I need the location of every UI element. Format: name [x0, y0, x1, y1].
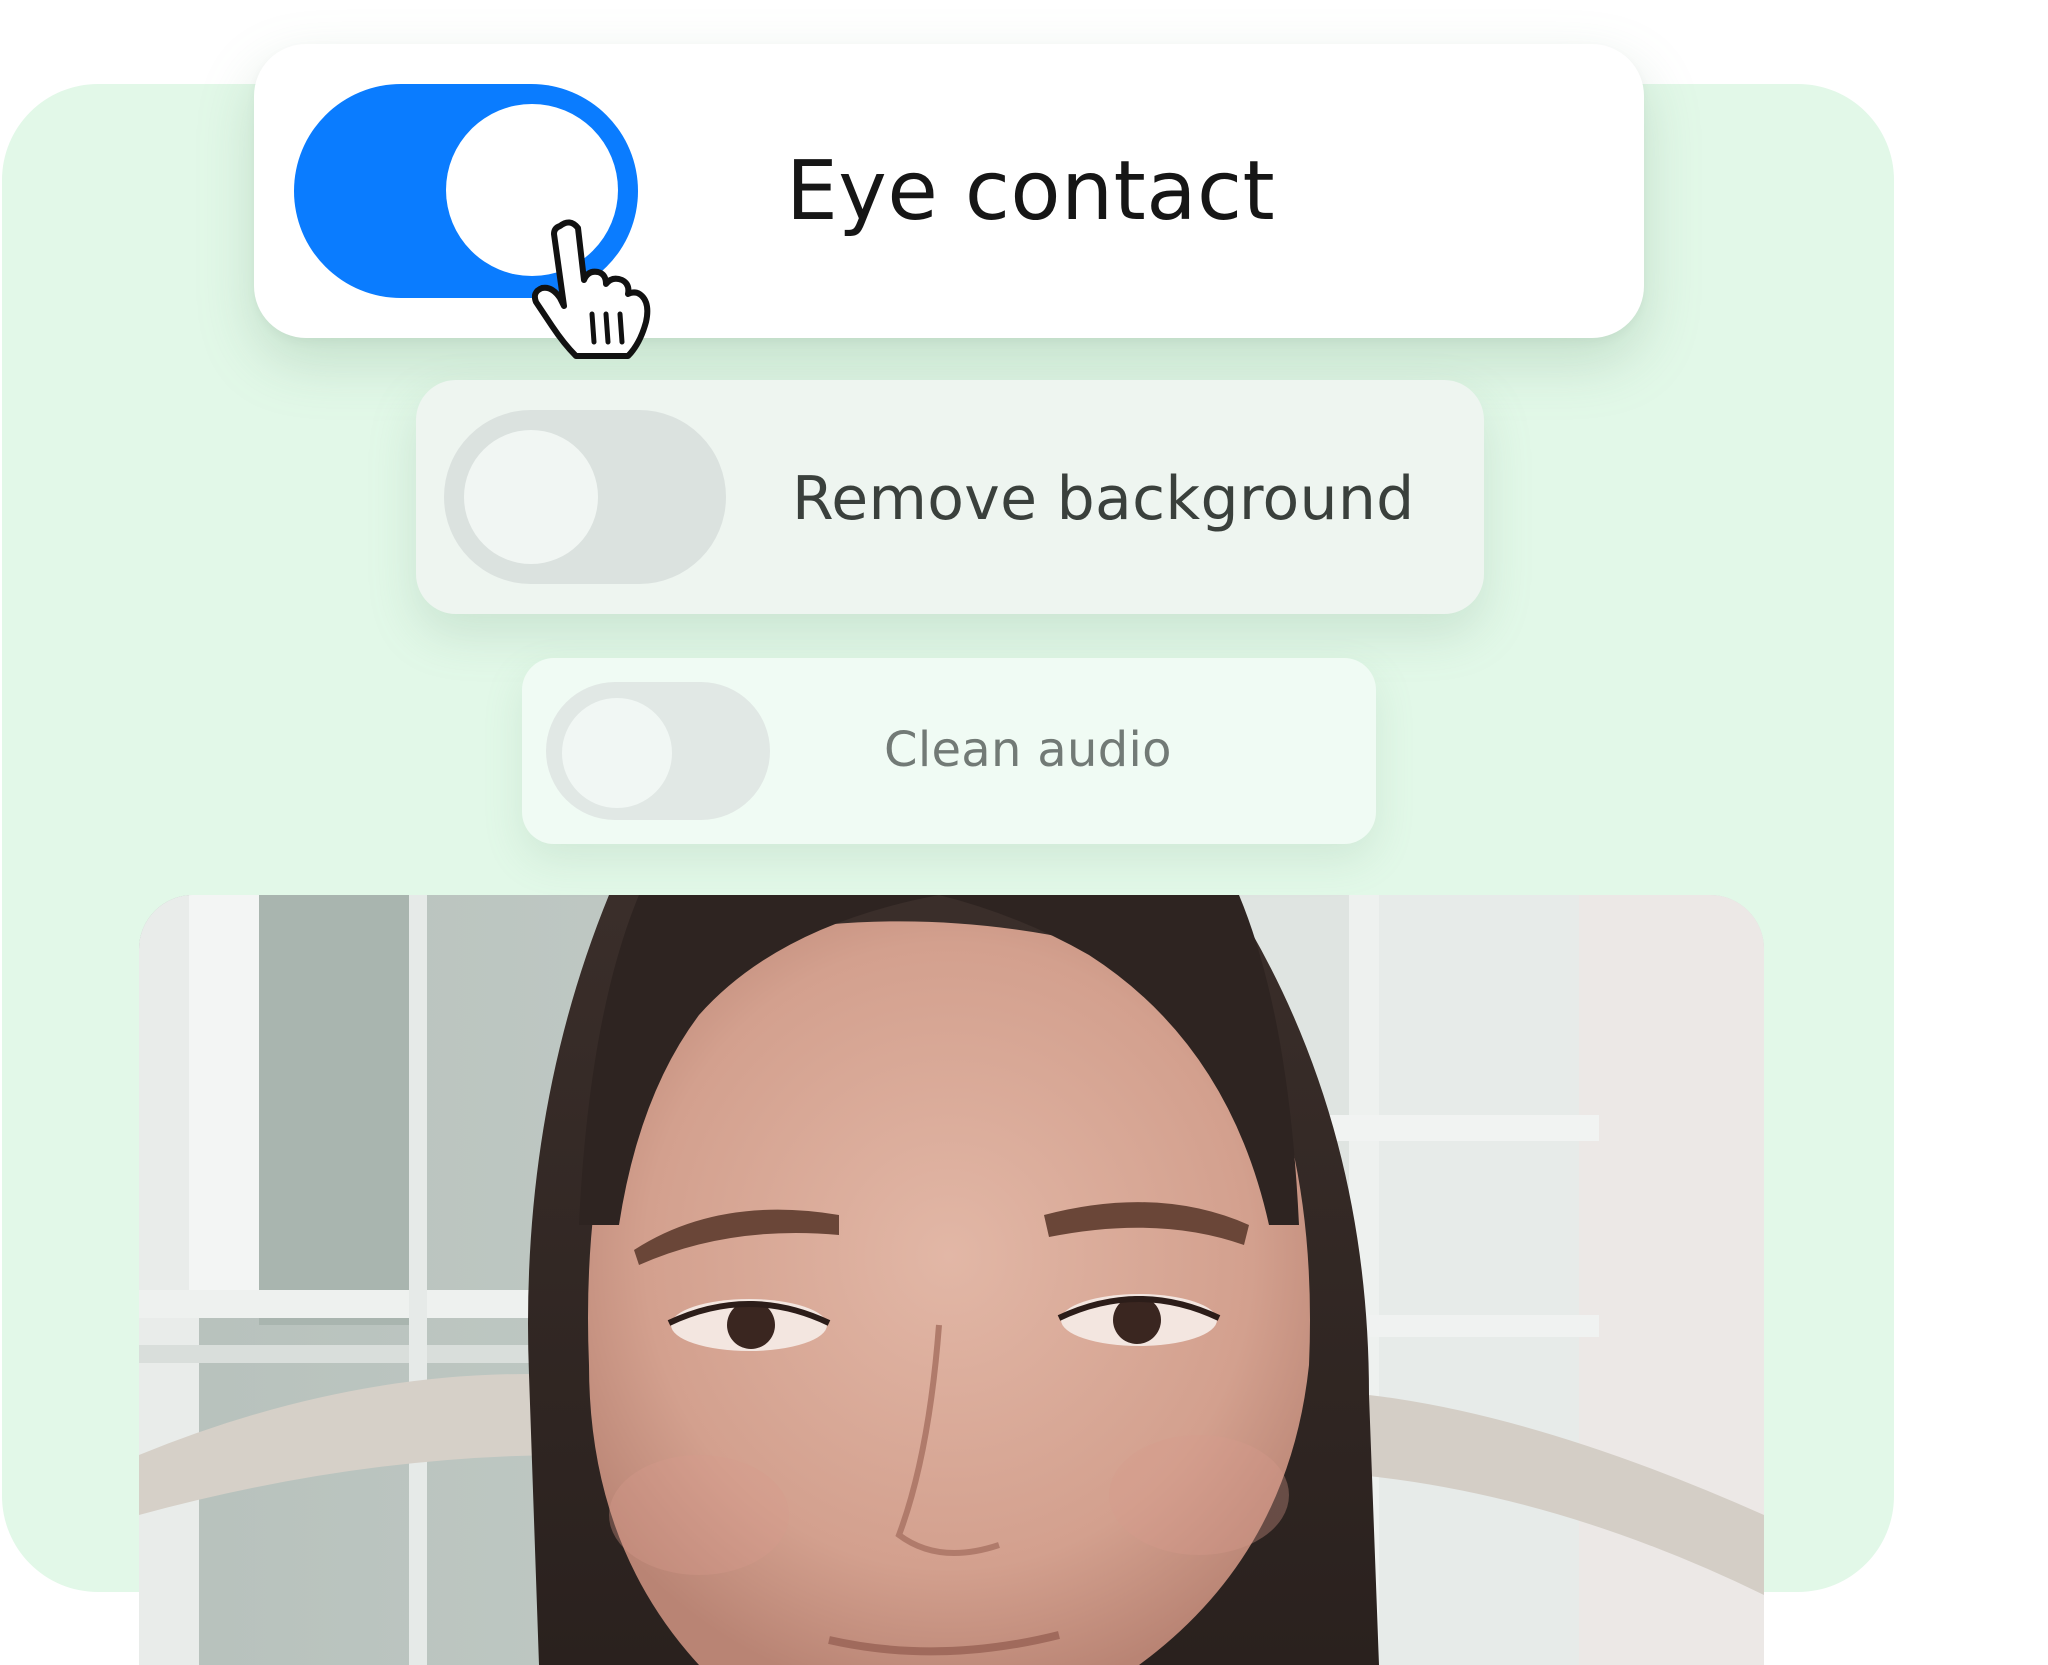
app-stage: Eye contact Remove background Clean audi…: [0, 0, 2048, 1665]
clean-audio-label: Clean audio: [884, 722, 1172, 778]
eye-contact-label: Eye contact: [786, 144, 1276, 239]
toggle-knob: [464, 430, 598, 564]
remove-background-toggle[interactable]: [444, 410, 726, 584]
remove-background-card: Remove background: [416, 380, 1484, 614]
toggle-knob: [562, 698, 672, 808]
remove-background-label: Remove background: [792, 464, 1415, 534]
video-preview: [139, 895, 1764, 1665]
clean-audio-toggle[interactable]: [546, 682, 770, 820]
hand-pointer-icon: [532, 219, 651, 359]
clean-audio-card: Clean audio: [522, 658, 1376, 844]
webcam-frame-image: [139, 895, 1764, 1665]
eye-contact-card: Eye contact: [254, 44, 1644, 338]
